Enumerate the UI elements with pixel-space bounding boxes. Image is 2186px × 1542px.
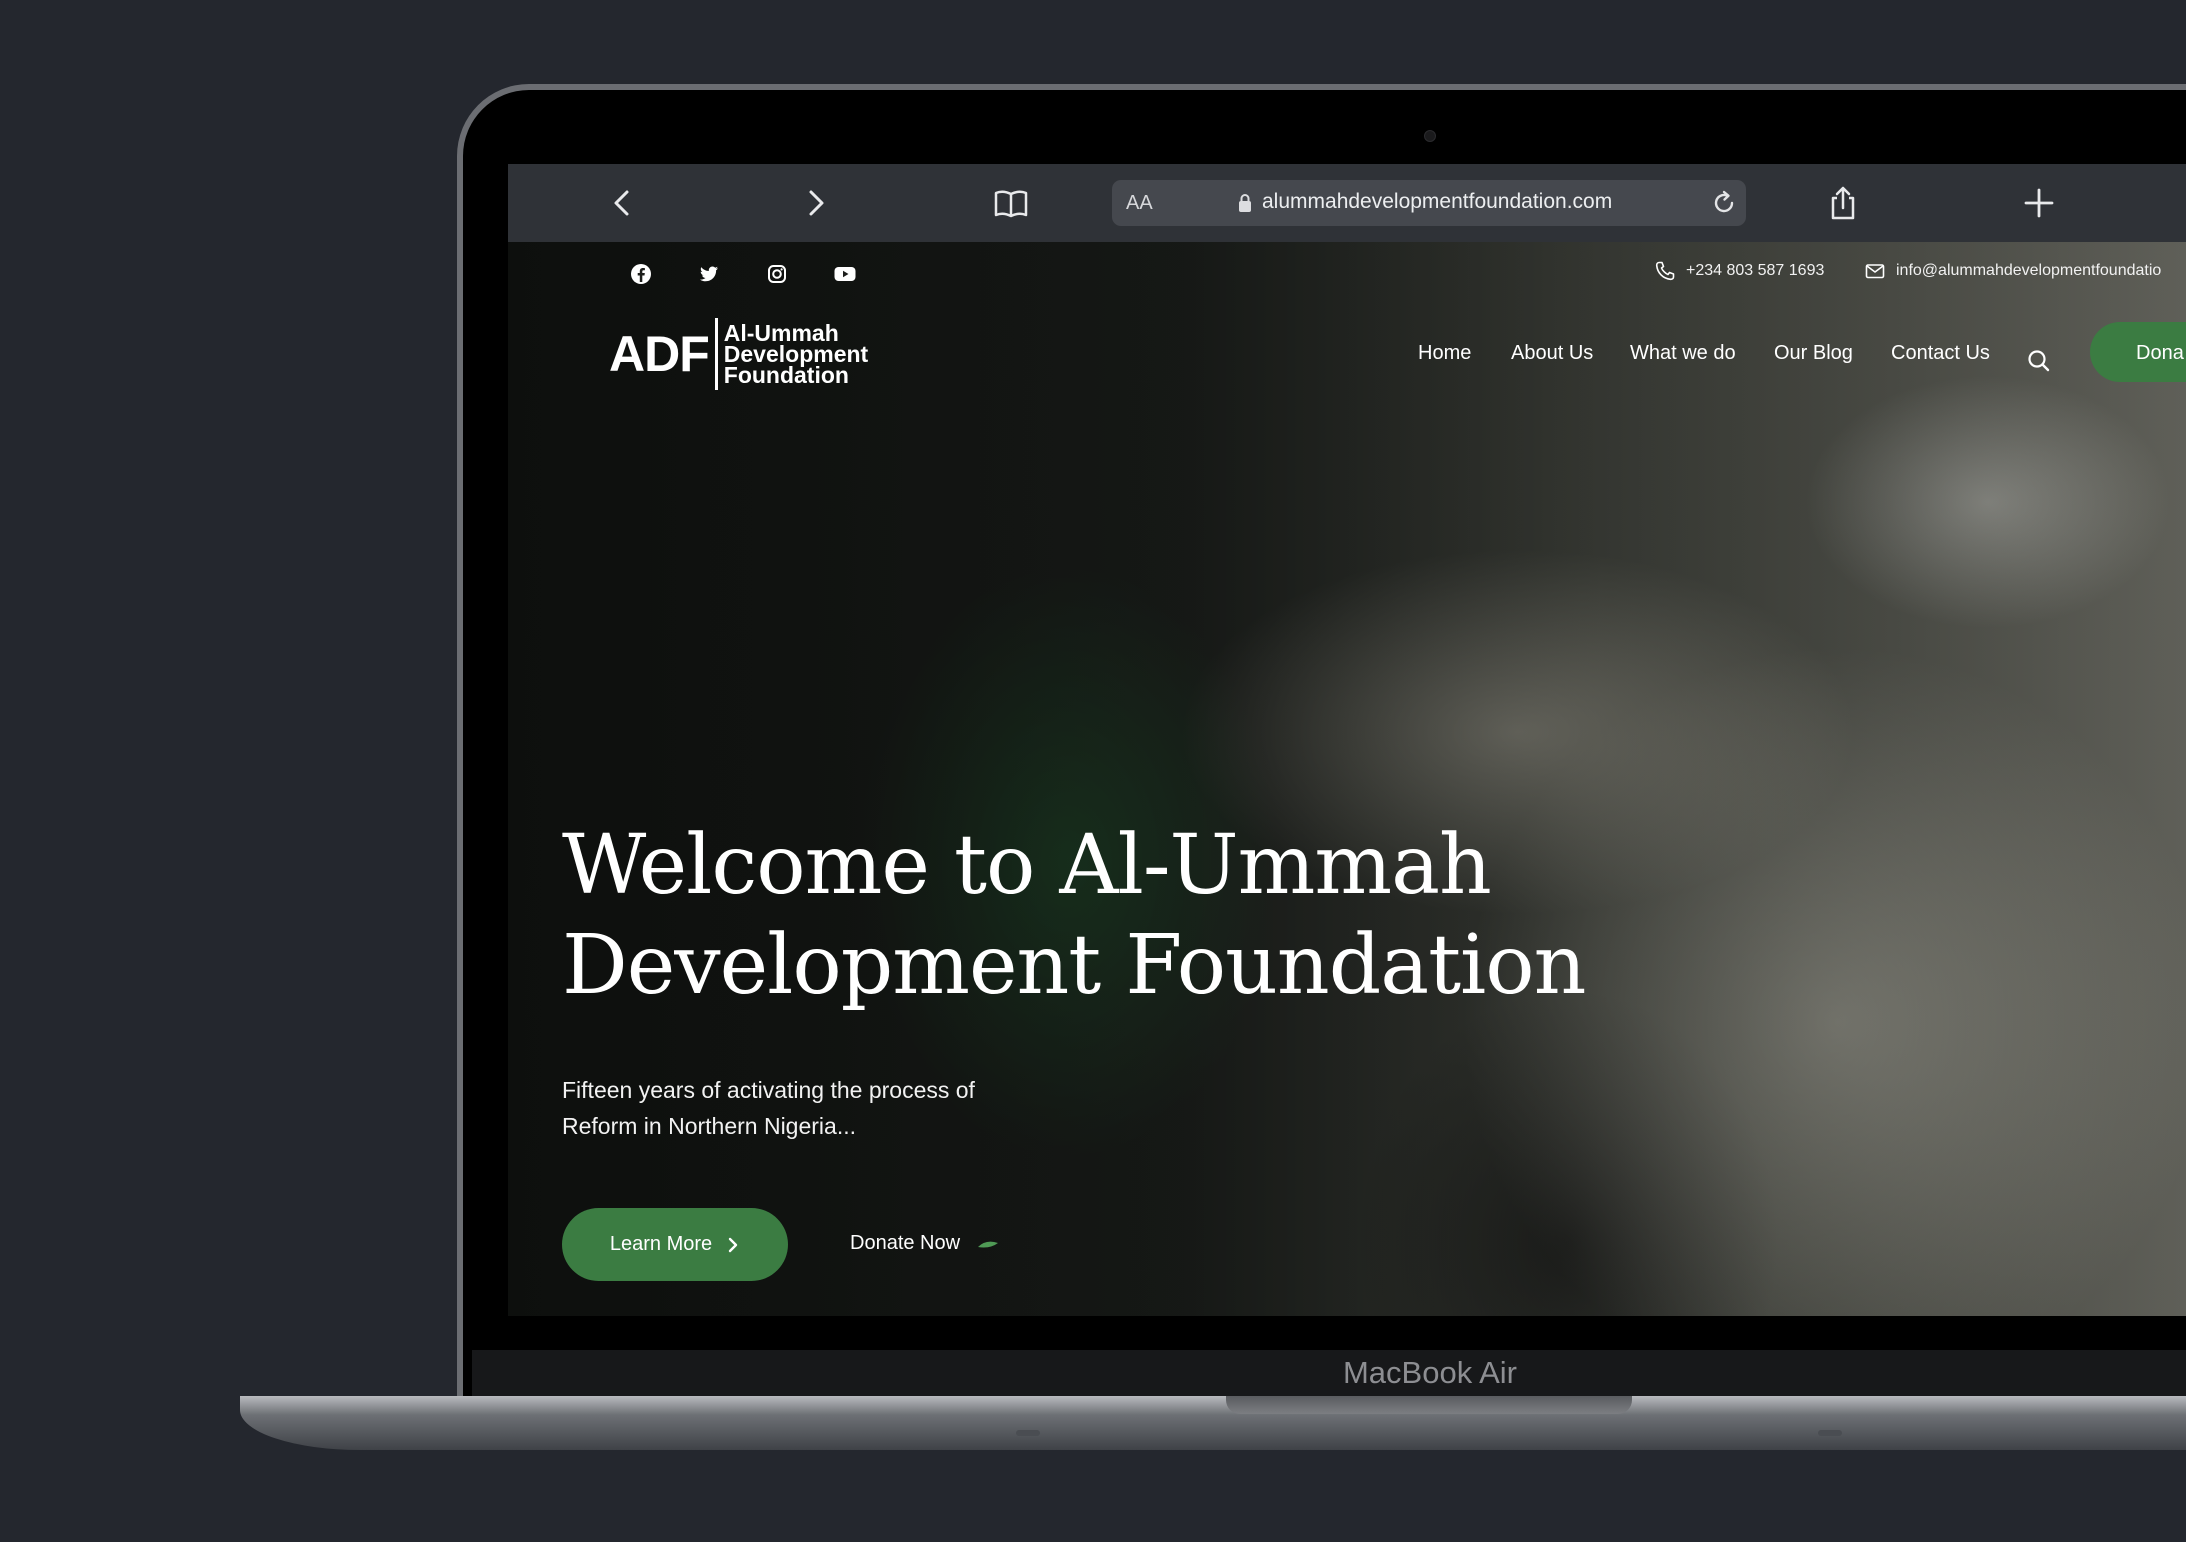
chevron-right-icon [728, 1237, 738, 1252]
logo-text: Al-Ummah Development Foundation [723, 321, 868, 388]
lock-icon [1239, 194, 1251, 212]
hero-subtitle-line-2: Reform in Northern Nigeria... [562, 1113, 856, 1139]
hero-title-line-1: Welcome to Al-Ummah [562, 818, 1492, 913]
leaf-icon [978, 1241, 999, 1247]
laptop-foot [1016, 1430, 1040, 1436]
hero-subtitle: Fifteen years of activating the process … [562, 1072, 1042, 1144]
site-logo[interactable]: ADF Al-Ummah Development Foundation [609, 318, 868, 390]
contact-phone[interactable]: +234 803 587 1693 [1654, 260, 1824, 282]
new-tab-icon[interactable] [2020, 184, 2058, 222]
nav-donate-button[interactable]: Dona [2090, 322, 2186, 382]
learn-more-button[interactable]: Learn More [562, 1208, 788, 1281]
reader-mode-button[interactable]: AA [1126, 192, 1153, 215]
back-icon[interactable] [604, 184, 642, 222]
browser-toolbar: AA alummahdevelopmentfoundation.com [508, 164, 2186, 242]
laptop-hinge-notch [1226, 1396, 1632, 1414]
mail-icon [1865, 264, 1885, 279]
url-text[interactable]: alummahdevelopmentfoundation.com [1262, 190, 1612, 214]
hero-title-line-2: Development Foundation [562, 918, 1586, 1013]
laptop-foot [1818, 1430, 1842, 1436]
address-bar[interactable]: AA alummahdevelopmentfoundation.com [1112, 180, 1746, 226]
nav-item-about-us[interactable]: About Us [1511, 342, 1593, 365]
hero-section: +234 803 587 1693 info@alummahdevelopmen… [508, 242, 2186, 1316]
youtube-icon[interactable] [833, 263, 857, 285]
nav-item-contact-us[interactable]: Contact Us [1891, 342, 1990, 365]
email-address: info@alummahdevelopmentfoundatio [1896, 262, 2162, 279]
donate-now-label: Donate Now [850, 1232, 961, 1254]
laptop-screen: AA alummahdevelopmentfoundation.com +234… [508, 164, 2186, 1316]
hero-title: Welcome to Al-Ummah Development Foundati… [562, 816, 1662, 1016]
laptop-base [240, 1396, 2186, 1450]
contact-email[interactable]: info@alummahdevelopmentfoundatio [1864, 260, 2161, 282]
reload-icon[interactable] [1710, 189, 1738, 217]
camera-icon [1424, 130, 1436, 142]
search-icon[interactable] [2026, 348, 2052, 374]
laptop-model-label: MacBook Air [1342, 1355, 1517, 1390]
instagram-icon[interactable] [766, 263, 788, 285]
logo-line-3: Foundation [723, 361, 849, 388]
bookmarks-icon[interactable] [992, 184, 1030, 222]
nav-item-our-blog[interactable]: Our Blog [1774, 342, 1853, 365]
facebook-icon[interactable] [630, 263, 652, 285]
twitter-icon[interactable] [698, 263, 720, 285]
forward-icon[interactable] [796, 184, 834, 222]
phone-number: +234 803 587 1693 [1686, 262, 1825, 279]
hero-subtitle-line-1: Fifteen years of activating the process … [562, 1077, 975, 1103]
logo-mark: ADF [609, 326, 710, 382]
nav-item-home[interactable]: Home [1418, 342, 1471, 365]
learn-more-label: Learn More [609, 1233, 713, 1255]
nav-item-what-we-do[interactable]: What we do [1630, 342, 1736, 365]
donate-now-button[interactable]: Donate Now [850, 1232, 1000, 1255]
hero-overlay [508, 242, 2186, 1316]
phone-icon [1655, 261, 1675, 281]
logo-divider [714, 318, 718, 390]
share-icon[interactable] [1824, 184, 1862, 222]
